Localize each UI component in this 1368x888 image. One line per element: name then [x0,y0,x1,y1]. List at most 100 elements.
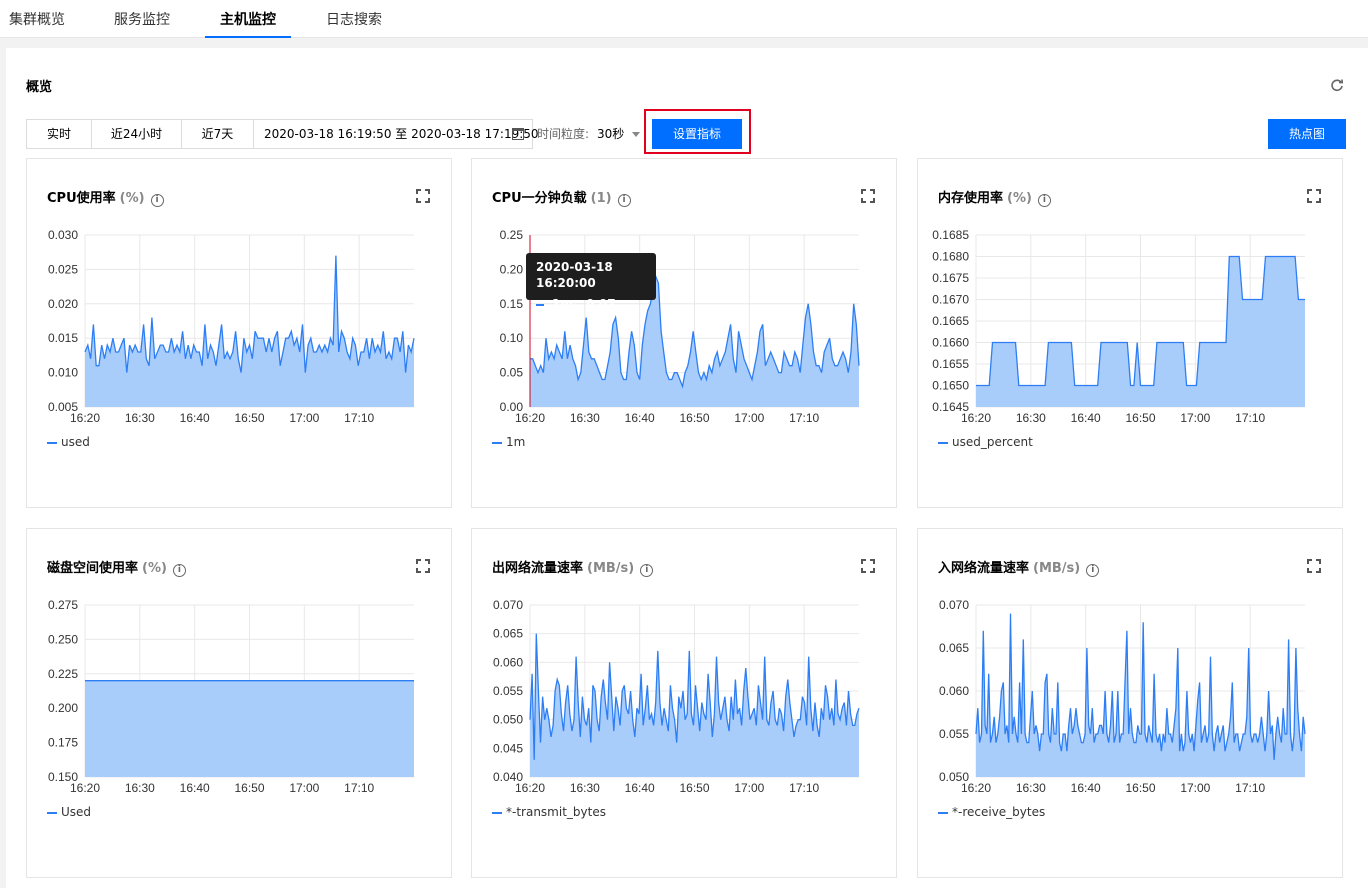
x-tick-label: 16:30 [1016,411,1046,425]
x-tick-label: 17:00 [734,781,764,795]
x-tick-label: 16:40 [1071,781,1101,795]
last-7d-button[interactable]: 近7天 [181,119,254,149]
x-tick-label: 16:20 [70,781,100,795]
chart-card-net-out: 出网络流量速率 (MB/s) i 0.070 0.065 0.060 0.055 0.050… [471,528,897,878]
chart-area: 0.250.200.150.100.050.0016:20 16:30 16:40 1… [500,228,860,425]
y-tick-label: 0.1665 [932,314,969,328]
set-metrics-button[interactable]: 设置指标 [652,119,742,149]
y-tick-label: 0.070 [493,598,523,612]
y-tick-label: 0.020 [48,297,78,311]
refresh-icon[interactable] [1329,78,1345,94]
last-24h-button[interactable]: 近24小时 [91,119,182,149]
x-tick-label: 16:30 [1016,781,1046,795]
y-tick-label: 0.055 [493,684,523,698]
info-icon[interactable]: i [150,194,164,207]
expand-icon[interactable] [1307,559,1321,573]
info-icon[interactable]: i [640,564,654,577]
tooltip-time: 2020-03-18 16:20:00 [536,260,613,290]
heatmap-button[interactable]: 热点图 [1268,119,1346,149]
legend-item[interactable]: *-transmit_bytes [492,805,606,819]
chart-area: 0.1685 0.1680 0.1675 0.1670 0.1665 0.1660 0.16… [932,228,1305,425]
granularity-select[interactable]: 30秒 [597,119,642,149]
x-tick-label: 16:50 [1125,781,1155,795]
expand-icon[interactable] [416,189,430,203]
x-tick-label: 16:20 [961,411,991,425]
y-tick-label: 0.200 [48,701,78,715]
x-tick-label: 17:10 [1235,411,1265,425]
expand-icon[interactable] [861,189,875,203]
y-tick-label: 0.025 [48,262,78,276]
y-tick-label: 0.1675 [932,271,969,285]
chart-card-cpu-load: CPU一分钟负载 (1) i 0.25 0.20 0.15 0.10 0.05 0.00 16:… [471,158,897,508]
chart-tooltip: 2020-03-18 16:20:00 1m: 0.07 [526,253,656,311]
card-title: 出网络流量速率 (MB/s) i [492,557,654,577]
x-tick-label: 17:10 [344,781,374,795]
tab-host-monitor[interactable]: 主机监控 [205,0,291,38]
x-tick-label: 16:30 [570,411,600,425]
y-tick-label: 0.225 [48,667,78,681]
expand-icon[interactable] [861,559,875,573]
card-title: 内存使用率 (%) i [938,187,1051,207]
y-tick-label: 0.05 [500,366,524,380]
y-tick-label: 0.175 [48,736,78,750]
legend-item[interactable]: used [47,435,90,449]
chart-area: 0.2750.2500.2250.2000.1750.15016:20 16:30… [48,598,414,795]
y-tick-label: 0.045 [493,741,523,755]
tab-service-monitor[interactable]: 服务监控 [113,0,171,38]
chart-card-cpu-usage: CPU使用率 (%) i 0.030 0.025 0.020 0.015 0.010 0.00… [26,158,452,508]
y-tick-label: 0.060 [493,655,523,669]
y-tick-label: 0.055 [939,727,969,741]
info-icon[interactable]: i [1037,194,1051,207]
y-tick-label: 0.1660 [932,336,969,350]
info-icon[interactable]: i [172,564,186,577]
section-title: 概览 [26,80,53,95]
granularity-label: 时间粒度: [537,127,590,141]
date-range-picker[interactable]: 2020-03-18 16:19:50 至 2020-03-18 17:19:5… [253,119,539,149]
legend-item[interactable]: *-receive_bytes [938,805,1045,819]
legend-item[interactable]: used_percent [938,435,1033,449]
chart-card-memory-usage: 内存使用率 (%) i 0.1685 0.1680 0.1675 0.1670 0.1665… [917,158,1343,508]
y-tick-label: 0.25 [500,228,524,242]
chart-area: 0.0300.0250.0200.0150.0100.00516:20 16:30… [48,228,415,425]
info-icon[interactable]: i [617,194,631,207]
x-tick-label: 17:10 [789,781,819,795]
card-title: CPU一分钟负载 (1) i [492,187,631,207]
x-tick-label: 16:20 [70,411,100,425]
expand-icon[interactable] [416,559,430,573]
y-tick-label: 0.10 [500,331,524,345]
x-tick-label: 17:10 [344,411,374,425]
y-tick-label: 0.1680 [932,250,969,264]
tab-log-search[interactable]: 日志搜索 [325,0,383,38]
x-tick-label: 16:40 [625,781,655,795]
y-tick-label: 0.015 [48,331,78,345]
legend-item[interactable]: Used [47,805,91,819]
x-tick-label: 16:30 [570,781,600,795]
chart-area: 0.0700.0650.0600.0550.05016:20 16:30 16:40… [939,598,1306,795]
chart-card-net-in: 入网络流量速率 (MB/s) i 0.070 0.065 0.060 0.055 0.050… [917,528,1343,878]
date-range-text: 2020-03-18 16:19:50 至 2020-03-18 17:19:5… [264,127,539,141]
y-tick-label: 0.030 [48,228,78,242]
expand-icon[interactable] [1307,189,1321,203]
x-tick-label: 17:00 [289,781,319,795]
x-tick-label: 16:50 [1125,411,1155,425]
y-tick-label: 0.1655 [932,357,969,371]
top-nav: 集群概览 服务监控 主机监控 日志搜索 [0,0,1368,38]
x-tick-label: 17:10 [1235,781,1265,795]
tab-cluster-overview[interactable]: 集群概览 [8,0,66,38]
y-tick-label: 0.060 [939,684,969,698]
x-tick-label: 16:30 [125,411,155,425]
x-tick-label: 16:40 [1071,411,1101,425]
x-tick-label: 16:50 [234,781,264,795]
realtime-button[interactable]: 实时 [26,119,92,149]
x-tick-label: 17:00 [1180,411,1210,425]
legend-item[interactable]: 1m [492,435,525,449]
info-icon[interactable]: i [1086,564,1100,577]
x-tick-label: 16:20 [515,411,545,425]
y-tick-label: 0.15 [500,297,524,311]
x-tick-label: 17:00 [1180,781,1210,795]
card-title: 磁盘空间使用率 (%) i [47,557,186,577]
x-tick-label: 16:50 [679,411,709,425]
y-tick-label: 0.050 [493,713,523,727]
y-tick-label: 0.070 [939,598,969,612]
y-tick-label: 0.250 [48,632,78,646]
